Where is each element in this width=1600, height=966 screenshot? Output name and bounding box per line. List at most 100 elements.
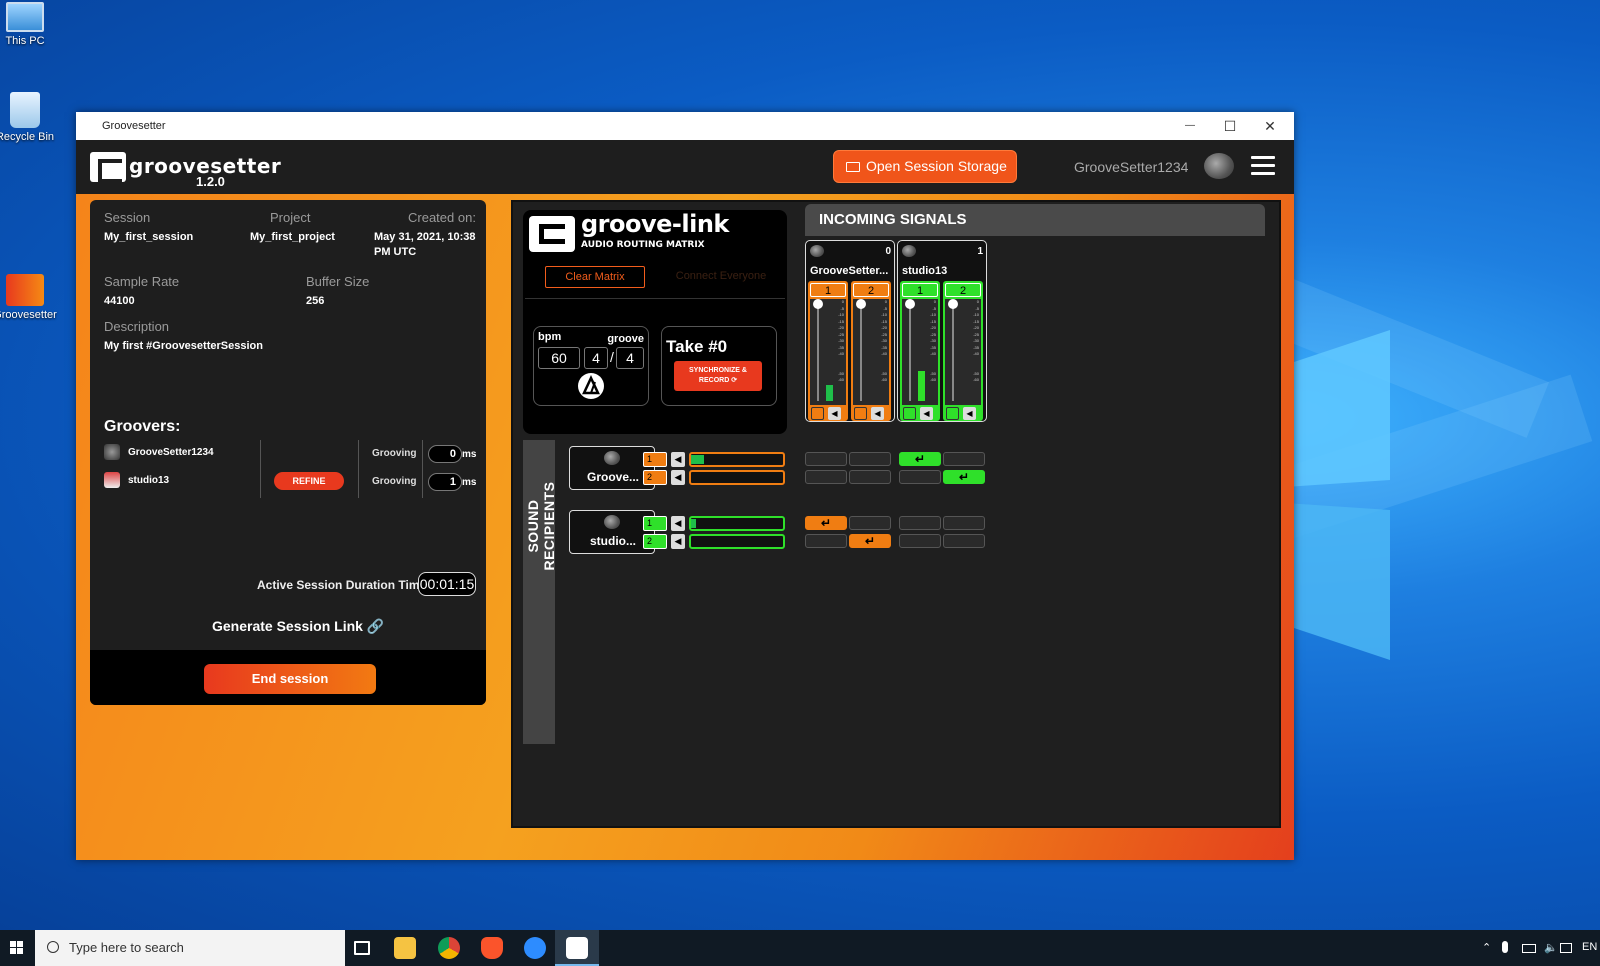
meter-tick-label: -40 bbox=[973, 351, 979, 356]
speaker-icon[interactable]: ◀ bbox=[920, 407, 933, 420]
recipient-channel: 2 ◀ bbox=[643, 534, 785, 549]
file-explorer-icon[interactable] bbox=[394, 937, 416, 959]
level-bar bbox=[689, 470, 785, 485]
generate-session-link-button[interactable]: Generate Session Link 🔗 bbox=[212, 618, 384, 635]
network-icon[interactable] bbox=[1560, 943, 1572, 953]
app-body: Session My_first_session Project My_firs… bbox=[76, 194, 1294, 860]
routing-cell[interactable] bbox=[899, 516, 941, 530]
metronome-icon[interactable] bbox=[578, 373, 604, 399]
channel-number: 1 bbox=[810, 283, 846, 297]
app-header: groovesetter 1.2.0 Open Session Storage … bbox=[76, 140, 1294, 194]
refine-button[interactable]: REFINE bbox=[274, 472, 344, 490]
clear-matrix-button[interactable]: Clear Matrix bbox=[545, 266, 645, 288]
record-arm-icon[interactable] bbox=[946, 407, 959, 420]
volume-fader-knob[interactable] bbox=[905, 299, 915, 309]
volume-fader-knob[interactable] bbox=[856, 299, 866, 309]
sound-recipients-tab[interactable]: SOUND RECIPIENTS bbox=[523, 440, 557, 744]
groove-link-title: groove-link bbox=[581, 210, 729, 238]
chrome-icon[interactable] bbox=[438, 937, 460, 959]
latency-unit: ms bbox=[462, 477, 477, 488]
description-value: My first #GroovesetterSession bbox=[104, 340, 263, 352]
taskbar-search-input[interactable]: Type here to search bbox=[35, 930, 345, 966]
speaker-icon[interactable]: ◀ bbox=[871, 407, 884, 420]
desktop-icon-this-pc[interactable]: This PC bbox=[0, 2, 60, 47]
meter-tick-label: -40 bbox=[881, 351, 887, 356]
recipient-avatar bbox=[604, 451, 620, 465]
routing-cell[interactable] bbox=[849, 452, 891, 466]
routing-cell[interactable]: ↵ bbox=[805, 516, 847, 530]
meter-tick-label: -40 bbox=[930, 351, 936, 356]
channel-number: 2 bbox=[643, 534, 667, 549]
taskbar-active-app[interactable] bbox=[555, 930, 599, 966]
record-arm-icon[interactable] bbox=[854, 407, 867, 420]
routing-cell[interactable] bbox=[943, 516, 985, 530]
record-arm-icon[interactable] bbox=[811, 407, 824, 420]
speaker-icon[interactable]: ◀ bbox=[671, 516, 685, 531]
routing-cell[interactable] bbox=[899, 470, 941, 484]
level-meter bbox=[918, 371, 925, 401]
groove-numerator-input[interactable]: 4 bbox=[584, 347, 608, 369]
routing-cell[interactable]: ↵ bbox=[943, 470, 985, 484]
window-titlebar[interactable]: Groovesetter — ☐ ✕ bbox=[76, 112, 1294, 140]
speaker-icon[interactable]: ◀ bbox=[828, 407, 841, 420]
window-title: Groovesetter bbox=[102, 120, 166, 132]
channel-footer: ◀ bbox=[902, 407, 938, 420]
windows-start-icon[interactable] bbox=[0, 930, 34, 966]
groove-link-control-box: groove-link AUDIO ROUTING MATRIX Clear M… bbox=[523, 210, 787, 434]
meter-tick-label: -30 bbox=[973, 338, 979, 343]
desktop-icon-recycle-bin[interactable]: Recycle Bin bbox=[0, 92, 60, 143]
meter-tick-label: -60 bbox=[930, 377, 936, 382]
close-button[interactable]: ✕ bbox=[1250, 115, 1290, 137]
meter-tick-label: -20 bbox=[838, 325, 844, 330]
routing-cell[interactable] bbox=[899, 534, 941, 548]
speaker-icon[interactable]: ◀ bbox=[963, 407, 976, 420]
record-arm-icon[interactable] bbox=[903, 407, 916, 420]
meter-tick-label: -60 bbox=[973, 377, 979, 382]
synchronize-record-button[interactable]: SYNCHRONIZE & RECORD ⟳ bbox=[674, 361, 762, 391]
bpm-label: bpm bbox=[538, 331, 562, 343]
groove-denominator-input[interactable]: 4 bbox=[616, 347, 644, 369]
menu-icon[interactable] bbox=[1251, 156, 1275, 176]
routing-cell[interactable]: ↵ bbox=[899, 452, 941, 466]
session-label: Session bbox=[104, 210, 151, 225]
battery-icon[interactable] bbox=[1522, 944, 1536, 953]
groover-name: studio13 bbox=[128, 475, 170, 486]
routing-cell[interactable] bbox=[849, 516, 891, 530]
minimize-button[interactable]: — bbox=[1170, 115, 1210, 137]
routing-cell[interactable]: ↵ bbox=[849, 534, 891, 548]
meter-tick-label: -30 bbox=[930, 338, 936, 343]
user-avatar[interactable] bbox=[1204, 153, 1234, 179]
level-bar bbox=[689, 534, 785, 549]
desktop-icon-groovesetter[interactable]: Groovesetter bbox=[0, 274, 60, 321]
routing-cell[interactable] bbox=[943, 534, 985, 548]
language-indicator[interactable]: EN bbox=[1582, 941, 1597, 953]
routing-cell[interactable] bbox=[943, 452, 985, 466]
maximize-button[interactable]: ☐ bbox=[1210, 115, 1250, 137]
show-hidden-icons[interactable]: ⌃ bbox=[1482, 941, 1491, 954]
routing-cell[interactable] bbox=[805, 534, 847, 548]
speaker-icon[interactable]: ◀ bbox=[671, 534, 685, 549]
meter-tick-label: -40 bbox=[838, 351, 844, 356]
volume-icon[interactable]: 🔈 bbox=[1544, 941, 1558, 954]
zoom-icon[interactable] bbox=[524, 937, 546, 959]
source-name: studio13 bbox=[902, 265, 948, 277]
session-timer-label: Active Session Duration Timer bbox=[257, 578, 431, 592]
brave-browser-icon[interactable] bbox=[481, 937, 503, 959]
speaker-icon[interactable]: ◀ bbox=[671, 452, 685, 467]
groover-avatar bbox=[104, 472, 120, 488]
end-session-button[interactable]: End session bbox=[204, 664, 376, 694]
groove-link-logo-icon bbox=[529, 216, 575, 252]
routing-cell[interactable] bbox=[805, 452, 847, 466]
groove-divider-slash: / bbox=[610, 349, 614, 365]
routing-cell[interactable] bbox=[805, 470, 847, 484]
speaker-icon[interactable]: ◀ bbox=[671, 470, 685, 485]
desktop-icon-label: Groovesetter bbox=[0, 309, 57, 321]
bpm-input[interactable]: 60 bbox=[538, 347, 580, 369]
volume-fader-knob[interactable] bbox=[813, 299, 823, 309]
connect-everyone-button[interactable]: Connect Everyone bbox=[671, 266, 771, 288]
task-view-icon[interactable] bbox=[354, 941, 370, 955]
routing-cell[interactable] bbox=[849, 470, 891, 484]
volume-fader-knob[interactable] bbox=[948, 299, 958, 309]
open-session-storage-button[interactable]: Open Session Storage bbox=[833, 150, 1017, 183]
source-avatar bbox=[902, 245, 916, 257]
